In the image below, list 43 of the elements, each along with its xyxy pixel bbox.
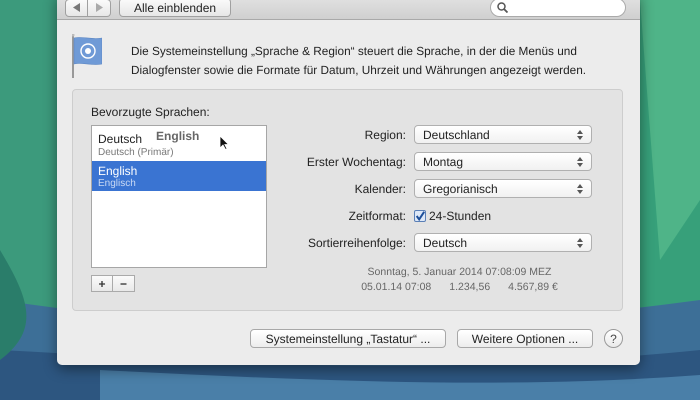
remove-button[interactable]: − (113, 275, 135, 292)
flag-icon (72, 34, 102, 78)
language-name: English (98, 164, 138, 178)
popup-button[interactable]: Deutsch (414, 233, 592, 252)
field-label: Region: (364, 128, 406, 142)
language-note: Englisch (98, 178, 136, 189)
field-label: Erster Wochentag: (306, 154, 406, 168)
up-down-arrows-icon (577, 184, 583, 194)
popup-button[interactable]: Deutschland (414, 125, 592, 144)
right-arrow-icon (96, 3, 102, 12)
up-down-arrows-icon (577, 156, 583, 166)
list-label: Bevorzugte Sprachen: (91, 105, 211, 119)
language-row[interactable]: English Englisch (92, 161, 266, 191)
more-options-button[interactable]: Weitere Optionen ... (457, 329, 593, 348)
format-sample: 1.234,56 (449, 280, 490, 295)
format-sample: 05.01.14 07:08 (361, 280, 432, 295)
show-all-button[interactable]: Alle einblenden (119, 0, 232, 17)
left-arrow-icon (73, 3, 80, 12)
add-button[interactable]: + (91, 275, 113, 292)
checkmark-icon (415, 210, 425, 222)
dragged-item: English (156, 129, 200, 143)
help-button[interactable]: ? (604, 329, 623, 348)
language-row[interactable]: Deutsch English Deutsch (Primär) (92, 126, 266, 161)
keyboard-settings-button[interactable]: Systemeinstellung „Tastatur“ ... (250, 329, 446, 348)
cursor-icon (219, 135, 230, 150)
up-down-arrows-icon (577, 130, 583, 140)
popup-button[interactable]: Gregorianisch (414, 179, 592, 198)
language-name: Deutsch (98, 132, 142, 146)
field-label: Sortierreihenfolge: (306, 236, 406, 250)
popup-button[interactable]: Montag (414, 152, 592, 171)
format-sample: 4.567,89 € (508, 280, 558, 295)
up-down-arrows-icon (577, 238, 583, 248)
checkbox[interactable] (414, 210, 426, 222)
back-button[interactable] (65, 0, 88, 16)
forward-button[interactable] (88, 0, 111, 16)
field-label: Zeitformat: (348, 208, 406, 222)
language-note: Deutsch (Primär) (98, 147, 174, 158)
search-field[interactable] (490, 0, 626, 17)
description-text: Die Systemeinstellung „Sprache & Region“ steuert die Sprache, in der die Menüs und Dialogfenster sowie die Formate für Datum, Uhrzeit und Währungen angezeigt werden. (131, 43, 588, 79)
field-label: Kalender: (354, 182, 406, 196)
search-icon (497, 2, 508, 13)
date-preview: Sonntag, 5. Januar 2014 07:08:09 MEZ (368, 265, 552, 280)
checkbox-label[interactable]: 24-Stunden (429, 208, 492, 222)
